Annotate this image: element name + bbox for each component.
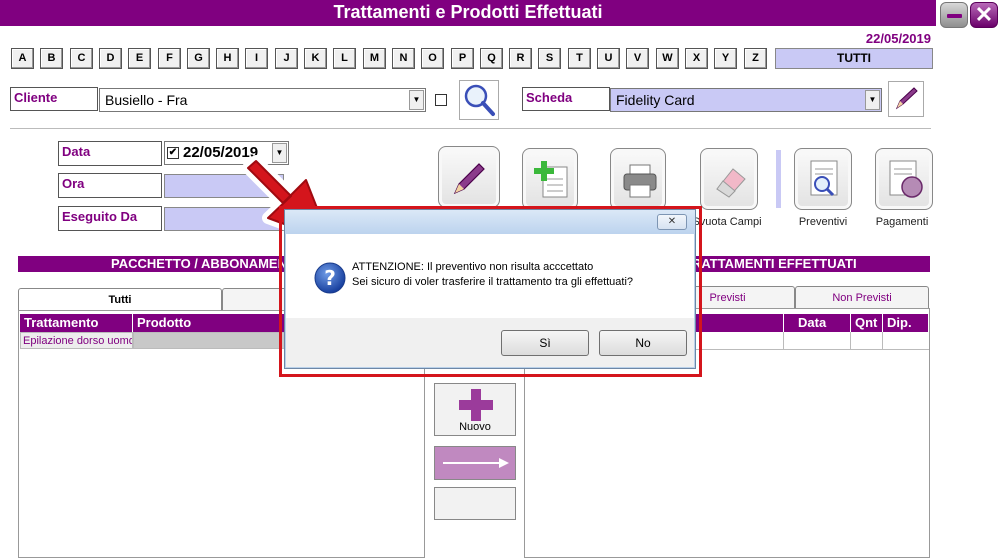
chevron-down-icon[interactable]: ▼ <box>865 90 880 110</box>
pagamenti-label: Pagamenti <box>875 216 929 228</box>
letter-button-f[interactable]: F <box>158 48 181 69</box>
letter-button-l[interactable]: L <box>333 48 356 69</box>
letter-button-p[interactable]: P <box>451 48 474 69</box>
toolbar-separator <box>776 150 781 208</box>
divider <box>10 128 931 129</box>
printer-icon <box>623 164 657 198</box>
payment-icon <box>889 160 923 198</box>
ora-label: Ora <box>58 173 162 198</box>
svg-text:?: ? <box>324 266 336 290</box>
letter-button-o[interactable]: O <box>421 48 444 69</box>
letter-button-z[interactable]: Z <box>744 48 767 69</box>
letter-button-w[interactable]: W <box>656 48 679 69</box>
tab-non-previsti[interactable]: Non Previsti <box>795 286 929 308</box>
close-icon: ✕ <box>667 216 677 227</box>
cliente-checkbox[interactable] <box>435 94 447 106</box>
nuovo-button[interactable]: Nuovo <box>434 383 516 436</box>
close-button[interactable]: ✕ <box>970 2 998 28</box>
letter-button-h[interactable]: H <box>216 48 239 69</box>
cliente-label: Cliente <box>10 87 98 111</box>
magnifier-icon <box>464 84 495 116</box>
letter-button-c[interactable]: C <box>70 48 93 69</box>
data-checkbox[interactable]: ✔ <box>167 147 179 159</box>
letter-button-d[interactable]: D <box>99 48 122 69</box>
eraser-icon <box>716 168 746 198</box>
window-controls: ✕ <box>940 2 1006 28</box>
col-dip: Dip. <box>883 314 929 332</box>
dialog-line-2: Sei sicuro di voler trasferire il tratta… <box>352 276 634 288</box>
print-button[interactable] <box>610 148 666 210</box>
preventivi-label: Preventivi <box>798 216 848 228</box>
current-date: 22/05/2019 <box>865 31 931 46</box>
letter-button-m[interactable]: M <box>363 48 386 69</box>
letter-button-q[interactable]: Q <box>480 48 503 69</box>
table-row[interactable]: Epilazione dorso uomo <box>20 332 133 349</box>
close-icon: ✕ <box>974 2 994 27</box>
tab-tutti[interactable]: Tutti <box>18 288 222 310</box>
letter-button-b[interactable]: B <box>40 48 63 69</box>
confirm-dialog: ✕ ? ATTENZIONE: Il preventivo non risult… <box>284 209 696 369</box>
letter-button-v[interactable]: V <box>626 48 649 69</box>
no-button[interactable]: No <box>599 330 687 356</box>
letter-button-j[interactable]: J <box>275 48 298 69</box>
cliente-combo[interactable]: Busiello - Fra ▼ <box>99 88 426 112</box>
eseguito-label: Eseguito Da <box>58 206 162 231</box>
letter-button-u[interactable]: U <box>597 48 620 69</box>
col-trattamento: Trattamento <box>20 314 133 332</box>
document-search-icon <box>810 160 838 197</box>
plus-icon <box>459 389 493 421</box>
letter-button-g[interactable]: G <box>187 48 210 69</box>
clear-fields-button[interactable] <box>700 148 758 210</box>
letter-button-i[interactable]: I <box>245 48 268 69</box>
cliente-value: Busiello - Fra <box>105 92 188 108</box>
letter-button-r[interactable]: R <box>509 48 532 69</box>
letter-button-x[interactable]: X <box>685 48 708 69</box>
col-data: Data <box>784 314 851 332</box>
pencil-icon <box>453 163 485 195</box>
empty-side-button[interactable] <box>434 487 516 520</box>
scheda-value: Fidelity Card <box>616 92 695 108</box>
pencil-icon <box>895 87 918 110</box>
dialog-close-button[interactable]: ✕ <box>657 214 687 230</box>
scheda-combo[interactable]: Fidelity Card ▼ <box>610 88 882 112</box>
letter-button-n[interactable]: N <box>392 48 415 69</box>
letter-button-e[interactable]: E <box>128 48 151 69</box>
letter-button-a[interactable]: A <box>11 48 34 69</box>
col-qnt: Qnt <box>851 314 883 332</box>
edit-button[interactable] <box>438 146 500 208</box>
tutti-button[interactable]: TUTTI <box>775 48 933 69</box>
arrow-right-icon <box>443 458 509 468</box>
letter-button-t[interactable]: T <box>568 48 591 69</box>
yes-button[interactable]: Sì <box>501 330 589 356</box>
letter-button-s[interactable]: S <box>538 48 561 69</box>
chevron-down-icon[interactable]: ▼ <box>409 90 424 110</box>
transfer-button[interactable] <box>434 446 516 480</box>
scheda-label: Scheda <box>522 87 610 111</box>
nuovo-label: Nuovo <box>459 421 491 433</box>
dialog-message: ATTENZIONE: Il preventivo non risulta ac… <box>352 260 633 290</box>
data-label: Data <box>58 141 162 166</box>
add-document-button[interactable] <box>522 148 578 210</box>
search-cliente-button[interactable] <box>459 80 499 120</box>
edit-scheda-button[interactable] <box>888 81 924 117</box>
add-document-icon <box>534 161 568 198</box>
dialog-body: ? ATTENZIONE: Il preventivo non risulta … <box>286 234 694 318</box>
minimize-button[interactable] <box>940 2 968 28</box>
letter-button-k[interactable]: K <box>304 48 327 69</box>
letter-button-y[interactable]: Y <box>714 48 737 69</box>
minimize-icon <box>947 14 962 18</box>
window-title: Trattamenti e Prodotti Effettuati <box>0 0 936 26</box>
dialog-line-1: ATTENZIONE: Il preventivo non risulta ac… <box>352 261 594 273</box>
question-icon: ? <box>314 262 346 294</box>
preventivi-button[interactable] <box>794 148 852 210</box>
pagamenti-button[interactable] <box>875 148 933 210</box>
dialog-titlebar: ✕ <box>285 210 695 234</box>
